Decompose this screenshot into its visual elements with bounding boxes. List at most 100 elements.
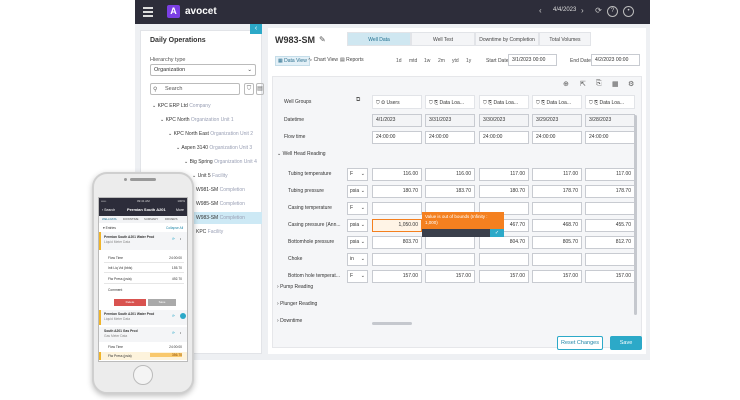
reset-changes-button[interactable]: Reset Changes [557,336,603,350]
reading-cell[interactable]: 183.70 [425,185,475,198]
phone-flow-time-value[interactable]: 24:00:00 [150,345,182,349]
hierarchy-select[interactable]: Organization ⌄ [150,64,256,76]
edit-icon[interactable]: ✎ [319,35,326,44]
section-plunger-reading[interactable]: › Plunger Reading [277,301,317,307]
tab-total-volumes[interactable]: Total Volumes [539,32,591,46]
phone-tab-welldata[interactable]: WELLDATA [102,216,117,223]
save-button[interactable]: Save [610,336,642,350]
range-ytd[interactable]: ytd [452,58,459,64]
collapse-panel-icon[interactable]: ‹ [250,24,262,34]
column-header[interactable]: ⛉ ⎘ Data Loa... [532,95,582,109]
more-icon[interactable]: • [180,237,181,241]
tree-item-unit-5[interactable]: ⌄ Unit 5 Facility [192,173,228,179]
copy-icon[interactable]: ⎘ [596,80,602,88]
reading-cell[interactable]: 117.00 [585,168,635,181]
settings-icon[interactable]: ⚙ [628,80,634,88]
tree-options-icon[interactable]: ▤ [256,83,264,95]
filter-icon[interactable]: ⛉ [244,83,254,95]
column-header[interactable]: ⛉ ⎘ Data Loa... [479,95,529,109]
reading-cell[interactable]: 812.70 [585,236,635,249]
reading-cell[interactable] [425,236,475,249]
phone-collapse-link[interactable]: Collapse All [166,226,183,230]
reading-cell[interactable]: 180.70 [372,185,422,198]
reading-cell[interactable]: 116.00 [372,168,422,181]
tab-well-test[interactable]: Well Test [411,32,475,46]
end-date-input[interactable]: 4/2/2023 00:00 [591,54,640,66]
flow-time-cell[interactable]: 24:00:00 [425,131,475,144]
check-icon[interactable]: ✓ [490,229,504,237]
section-well-head-reading[interactable]: ⌄ Well Head Reading [277,151,326,157]
data-view-button[interactable]: ▦ Data View [275,56,310,66]
refresh-icon[interactable]: ⟳ [172,237,175,241]
reading-cell[interactable] [479,253,529,266]
flow-time-cell[interactable]: 24:00:00 [532,131,582,144]
unit-select[interactable]: psia ⌄ [347,236,368,249]
horizontal-scrollbar[interactable] [372,322,412,325]
vertical-scrollbar[interactable] [634,115,637,315]
reading-cell[interactable]: 178.70 [585,185,635,198]
reading-cell[interactable]: 117.00 [479,168,529,181]
reading-cell[interactable]: 804.70 [479,236,529,249]
reading-cell[interactable]: 157.00 [532,270,582,283]
tree-item-w981[interactable]: W981-SM Completion [196,187,245,193]
reading-cell[interactable]: 180.70 [479,185,529,198]
unit-select[interactable]: psia ⌄ [347,219,368,232]
reading-cell[interactable]: 117.00 [532,168,582,181]
unit-select[interactable]: F ⌄ [347,202,368,215]
phone-vol-value[interactable]: 155.70 [150,266,182,270]
flow-time-cell[interactable]: 24:00:00 [585,131,635,144]
reading-cell[interactable]: 157.00 [425,270,475,283]
reports-button[interactable]: ▤ Reports [340,57,364,63]
user-icon[interactable]: • [623,6,634,17]
unit-select[interactable]: in ⌄ [347,253,368,266]
flow-time-cell[interactable]: 24:00:00 [479,131,529,144]
phone-back-button[interactable]: ‹ Search [102,204,115,216]
reading-cell[interactable]: 157.00 [479,270,529,283]
reading-cell[interactable] [532,202,582,215]
tree-item-kpc[interactable]: KPC Facility [196,229,223,235]
tree-item-w983[interactable]: W983-SM Completion [190,212,262,224]
column-header[interactable]: ⛉ ⎘ Data Loa... [585,95,635,109]
range-1w[interactable]: 1w [424,58,430,64]
flow-time-cell[interactable]: 24:00:00 [372,131,422,144]
tree-item-w985[interactable]: W985-SM Completion [196,201,245,207]
reading-cell[interactable] [372,253,422,266]
column-header[interactable]: ⛉ ⎘ Data Loa... [425,95,475,109]
reading-cell[interactable]: 178.70 [532,185,582,198]
phone-tab-summary[interactable]: SUMMARY [144,216,158,223]
phone-tab-downtime[interactable]: DOWNTIME [123,216,139,223]
unit-select[interactable]: F ⌄ [347,168,368,181]
reading-cell[interactable] [532,253,582,266]
phone-more-button[interactable]: More [176,204,184,216]
tree-item-aspen[interactable]: ⌄ Aspen 3140 Organization Unit 3 [176,145,252,151]
range-1d[interactable]: 1d [396,58,402,64]
chevron-left-icon[interactable]: ‹ [539,6,542,15]
unit-select[interactable]: F ⌄ [347,270,368,283]
unit-select[interactable]: psia ⌄ [347,185,368,198]
tree-item-kpc-north[interactable]: ⌄ KPC North Organization Unit 1 [160,117,234,123]
reading-cell[interactable]: 1,050.00 [372,219,422,232]
phone-flow-time-value[interactable]: 24:00:00 [150,256,182,260]
export-icon[interactable]: ⇱ [580,80,586,88]
phone-delete-button[interactable]: Delete [114,299,146,306]
reading-cell[interactable]: 805.70 [532,236,582,249]
tree-item-kpc-erp[interactable]: ⌄ KPC ERP Ltd Company [152,103,211,109]
chart-view-button[interactable]: ∿ Chart View [308,57,338,63]
range-1y[interactable]: 1y [466,58,471,64]
chevron-right-icon[interactable]: › [581,6,584,15]
groups-icon[interactable]: ⧉ [356,97,360,104]
menu-icon[interactable] [143,7,153,17]
tab-well-data[interactable]: Well Data [347,32,411,46]
reading-cell[interactable]: 803.70 [372,236,422,249]
reading-cell[interactable]: 157.00 [372,270,422,283]
reading-cell[interactable]: 157.00 [585,270,635,283]
calendar-icon[interactable]: ▦ [612,80,619,88]
reading-cell[interactable]: 116.00 [425,168,475,181]
phone-save-button[interactable]: Save [148,299,176,306]
reading-cell[interactable]: 455.70 [585,219,635,232]
refresh-icon[interactable]: ⟳ [172,314,175,318]
add-icon[interactable]: ⊕ [563,80,569,88]
refresh-icon[interactable]: ⟳ [593,6,604,17]
tab-downtime[interactable]: Downtime by Completion [475,32,539,46]
reading-cell[interactable] [372,202,422,215]
